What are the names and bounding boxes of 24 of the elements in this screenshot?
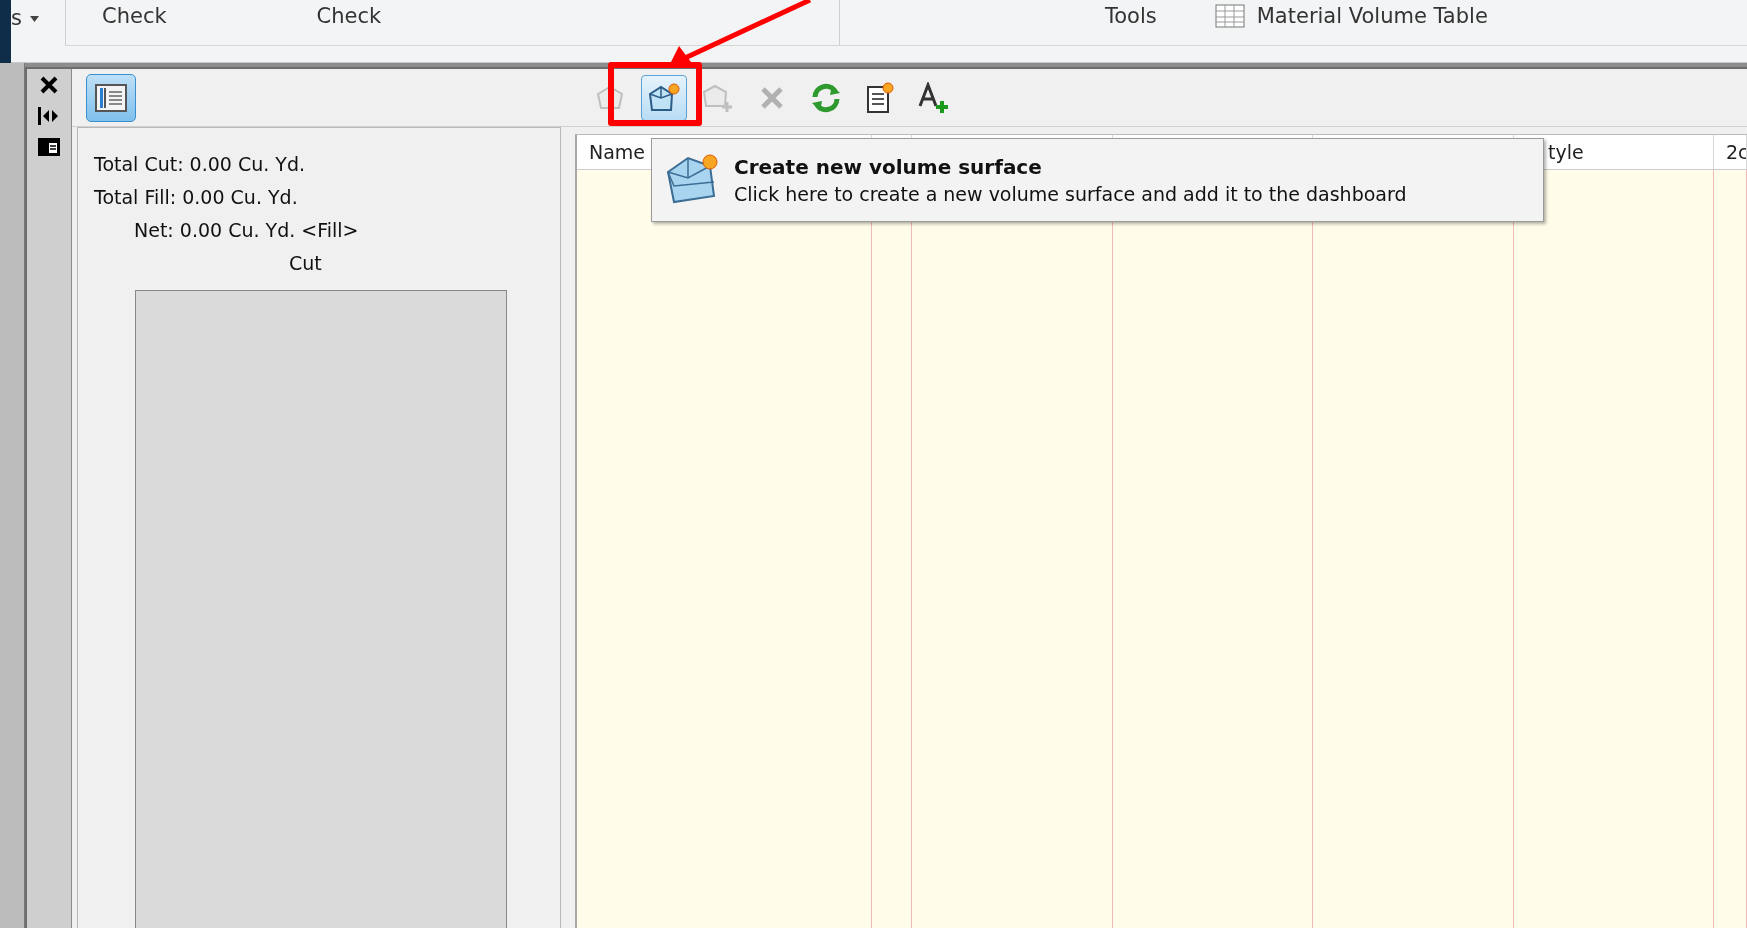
total-cut-text: Total Cut: 0.00 Cu. Yd.: [94, 152, 307, 177]
ribbon-button[interactable]: Material Volume Table: [1214, 4, 1488, 28]
delete-icon: [759, 84, 785, 111]
tooltip-title: Create new volume surface: [734, 155, 1043, 179]
net-text: Net: 0.00 Cu. Yd. <Fill>: [133, 218, 360, 243]
report-icon: [866, 81, 894, 114]
total-fill-text: Total Fill: 0.00 Cu. Yd.: [94, 185, 299, 210]
panel-toggle-button[interactable]: [86, 73, 136, 122]
tooltip-text: Click here to create a new volume surface and add it to the dashboard: [734, 183, 1407, 205]
chart-label: Cut: [288, 251, 323, 276]
caret-icon: [29, 16, 39, 22]
ribbon-button[interactable]: Check: [316, 4, 382, 28]
ribbon-menu[interactable]: s: [11, 6, 22, 30]
auto-hide-icon[interactable]: [37, 105, 61, 127]
close-icon[interactable]: [39, 75, 59, 95]
panel-icon: [95, 83, 127, 112]
table-icon: [1214, 4, 1245, 28]
properties-icon[interactable]: [37, 137, 61, 157]
toolbar-button[interactable]: [641, 74, 687, 121]
refresh-icon: [810, 82, 842, 113]
volume-star-icon: [647, 81, 681, 114]
ribbon-button[interactable]: Tools: [1105, 4, 1157, 28]
ribbon-button[interactable]: Check: [102, 4, 167, 28]
text-add-icon: [918, 81, 950, 114]
